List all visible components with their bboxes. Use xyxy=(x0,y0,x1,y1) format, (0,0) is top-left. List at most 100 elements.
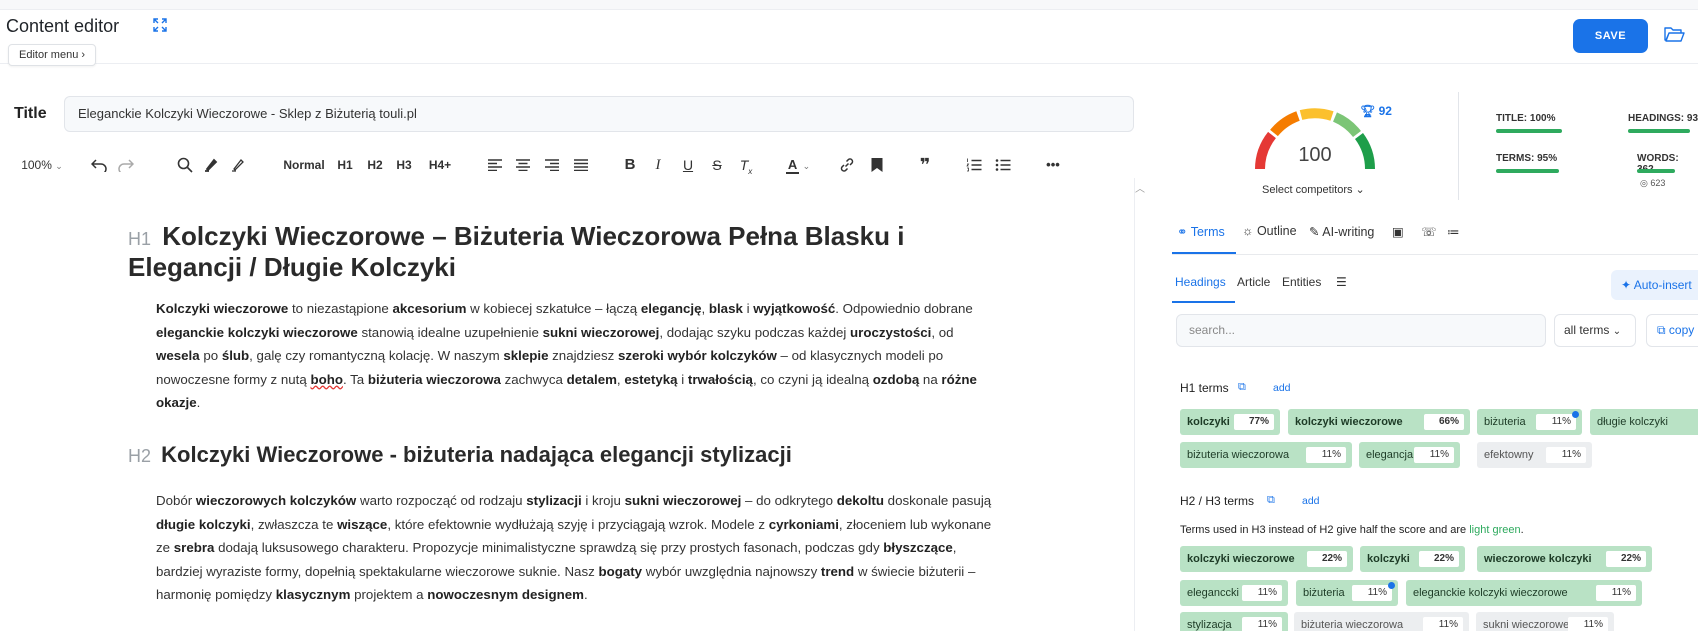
tab-article[interactable]: Article xyxy=(1237,275,1270,289)
term-chip[interactable]: biżuteria 11% xyxy=(1296,580,1398,606)
document-paragraph[interactable]: Dobór wieczorowych kolczyków warto rozpo… xyxy=(156,489,996,607)
note-text: Terms used in H3 instead of H2 give half… xyxy=(1180,524,1470,536)
folder-open-icon[interactable] xyxy=(1663,24,1685,46)
bullet-list-icon[interactable] xyxy=(992,150,1014,180)
h2-text: Kolczyki Wieczorowe - biżuteria nadająca… xyxy=(161,442,792,467)
term-chip[interactable]: wieczorowe kolczyki 22% xyxy=(1477,546,1652,572)
copy-icon[interactable]: ⧉ xyxy=(1238,381,1246,394)
ordered-list-icon[interactable] xyxy=(963,150,985,180)
stat-headings: HEADINGS: 93 xyxy=(1628,113,1698,133)
title-label: Title xyxy=(14,105,47,122)
terms-search-input[interactable]: search... xyxy=(1176,314,1546,347)
h23-terms-label: H2 / H3 terms xyxy=(1180,494,1255,508)
style-normal[interactable]: Normal xyxy=(283,150,325,180)
copy-terms-button[interactable]: ⧉ copy xyxy=(1646,314,1698,347)
tab-chat-icon[interactable]: ☏ xyxy=(1421,224,1437,239)
editor-menu-button[interactable]: Editor menu › xyxy=(8,44,97,66)
align-justify-icon[interactable] xyxy=(570,150,592,180)
term-chip-label: biżuteria xyxy=(1484,416,1526,428)
tab-outline[interactable]: ☼ Outline xyxy=(1242,224,1297,238)
style-h1[interactable]: H1 xyxy=(335,150,355,180)
document-h2[interactable]: H2 Kolczyki Wieczorowe - biżuteria nadaj… xyxy=(128,442,792,468)
link-icon[interactable] xyxy=(836,150,858,180)
target-icon: ◎ xyxy=(1640,178,1648,188)
words-target: ◎ 623 xyxy=(1640,178,1665,189)
h1-tag: H1 xyxy=(128,229,152,249)
term-chip[interactable]: długie kolczyki xyxy=(1590,409,1698,435)
term-chip[interactable]: efektowny 11% xyxy=(1477,442,1592,468)
term-chip[interactable]: kolczyki wieczorowe 66% xyxy=(1288,409,1470,435)
term-chip-indicator xyxy=(1572,411,1579,418)
tab-list-icon[interactable]: ≔ xyxy=(1447,224,1460,239)
text-color-icon[interactable]: A ⌄ xyxy=(780,150,816,180)
term-chip[interactable]: kolczyki wieczorowe 22% xyxy=(1180,546,1353,572)
tab-terms-label: Terms xyxy=(1190,225,1225,239)
highlighter-icon[interactable] xyxy=(200,150,222,180)
term-chip[interactable]: biżuteria 11% xyxy=(1477,409,1582,435)
strikethrough-icon[interactable]: S xyxy=(707,150,727,180)
h23-add-button[interactable]: add xyxy=(1302,495,1320,507)
h2-tag: H2 xyxy=(128,446,152,466)
term-chip-label: stylizacja xyxy=(1187,619,1232,631)
document-h1[interactable]: H1 Kolczyki Wieczorowe – Biżuteria Wiecz… xyxy=(128,222,968,281)
term-chip-label: biżuteria xyxy=(1303,587,1345,599)
stat-headings-bar xyxy=(1628,129,1690,133)
marker-icon[interactable] xyxy=(227,150,249,180)
zoom-value: 100% xyxy=(21,158,52,172)
bookmark-icon[interactable] xyxy=(866,150,888,180)
search-icon[interactable] xyxy=(174,150,196,180)
term-chip[interactable]: eleganccki 11% xyxy=(1180,580,1288,606)
term-chip-percent: 11% xyxy=(1242,617,1282,631)
auto-insert-button[interactable]: ✦ Auto-insert xyxy=(1611,270,1698,300)
editor-scrollbar[interactable]: ︿ xyxy=(1134,178,1145,631)
term-chip-label: eleganccki xyxy=(1187,587,1239,599)
redo-icon[interactable] xyxy=(115,150,137,180)
copy-icon: ⧉ xyxy=(1657,323,1666,337)
h1-add-button[interactable]: add xyxy=(1273,382,1291,394)
term-chip[interactable]: eleganckie kolczyki wieczorowe 11% xyxy=(1406,580,1642,606)
stat-headings-label: HEADINGS: 93 xyxy=(1628,113,1698,124)
tab-terms[interactable]: ⚭ Terms xyxy=(1177,224,1225,239)
term-chip[interactable]: biżuteria wieczorowa 11% xyxy=(1294,612,1469,631)
style-h4plus[interactable]: H4+ xyxy=(425,150,455,180)
term-chip-label: biżuteria wieczorowa xyxy=(1187,449,1290,461)
tab-entities[interactable]: Entities xyxy=(1282,275,1321,289)
undo-icon[interactable] xyxy=(88,150,110,180)
save-button[interactable]: SAVE xyxy=(1573,19,1648,53)
term-chip[interactable]: elegancja 11% xyxy=(1359,442,1460,468)
zoom-select[interactable]: 100% ⌄ xyxy=(18,150,66,180)
term-chip-percent: 11% xyxy=(1536,414,1576,430)
copy-icon[interactable]: ⧉ xyxy=(1267,494,1275,507)
align-right-icon[interactable] xyxy=(541,150,563,180)
quote-icon[interactable]: ❞ xyxy=(914,150,936,180)
expand-icon[interactable] xyxy=(153,18,167,36)
bold-icon[interactable]: B xyxy=(620,150,640,180)
tab-ai-writing[interactable]: ✎ AI-writing xyxy=(1309,224,1374,239)
align-center-icon[interactable] xyxy=(512,150,534,180)
term-chip[interactable]: kolczyki 77% xyxy=(1180,409,1280,435)
tab-documents-icon[interactable]: ▣ xyxy=(1392,224,1404,239)
terms-filter-select[interactable]: all terms ⌄ xyxy=(1554,314,1636,347)
style-h2[interactable]: H2 xyxy=(365,150,385,180)
term-chip-label: kolczyki wieczorowe xyxy=(1187,553,1295,565)
align-left-icon[interactable] xyxy=(484,150,506,180)
term-chip[interactable]: sukni wieczorowej 11% xyxy=(1476,612,1614,631)
title-input[interactable]: Eleganckie Kolczyki Wieczorowe - Sklep z… xyxy=(64,96,1134,132)
underline-icon[interactable]: U xyxy=(678,150,698,180)
more-icon[interactable]: ••• xyxy=(1040,150,1066,180)
term-chip-percent: 11% xyxy=(1242,585,1282,601)
clear-format-icon[interactable]: Tx xyxy=(736,150,756,180)
italic-icon[interactable]: I xyxy=(648,150,668,180)
document-paragraph[interactable]: Kolczyki wieczorowe to niezastąpione akc… xyxy=(156,297,996,415)
term-chip[interactable]: stylizacja 11% xyxy=(1180,612,1288,631)
words-target-value: 623 xyxy=(1650,178,1666,188)
term-chip[interactable]: kolczyki 22% xyxy=(1360,546,1465,572)
sliders-icon[interactable]: ☰ xyxy=(1336,275,1347,289)
style-h3[interactable]: H3 xyxy=(394,150,414,180)
select-competitors[interactable]: Select competitors ⌄ xyxy=(1262,183,1365,196)
tab-headings[interactable]: Headings xyxy=(1175,275,1226,289)
term-chip-label: długie kolczyki xyxy=(1597,416,1668,428)
tab-outline-label: Outline xyxy=(1256,224,1297,238)
term-chip[interactable]: biżuteria wieczorowa 11% xyxy=(1180,442,1352,468)
competitor-score-value: 92 xyxy=(1378,104,1392,118)
